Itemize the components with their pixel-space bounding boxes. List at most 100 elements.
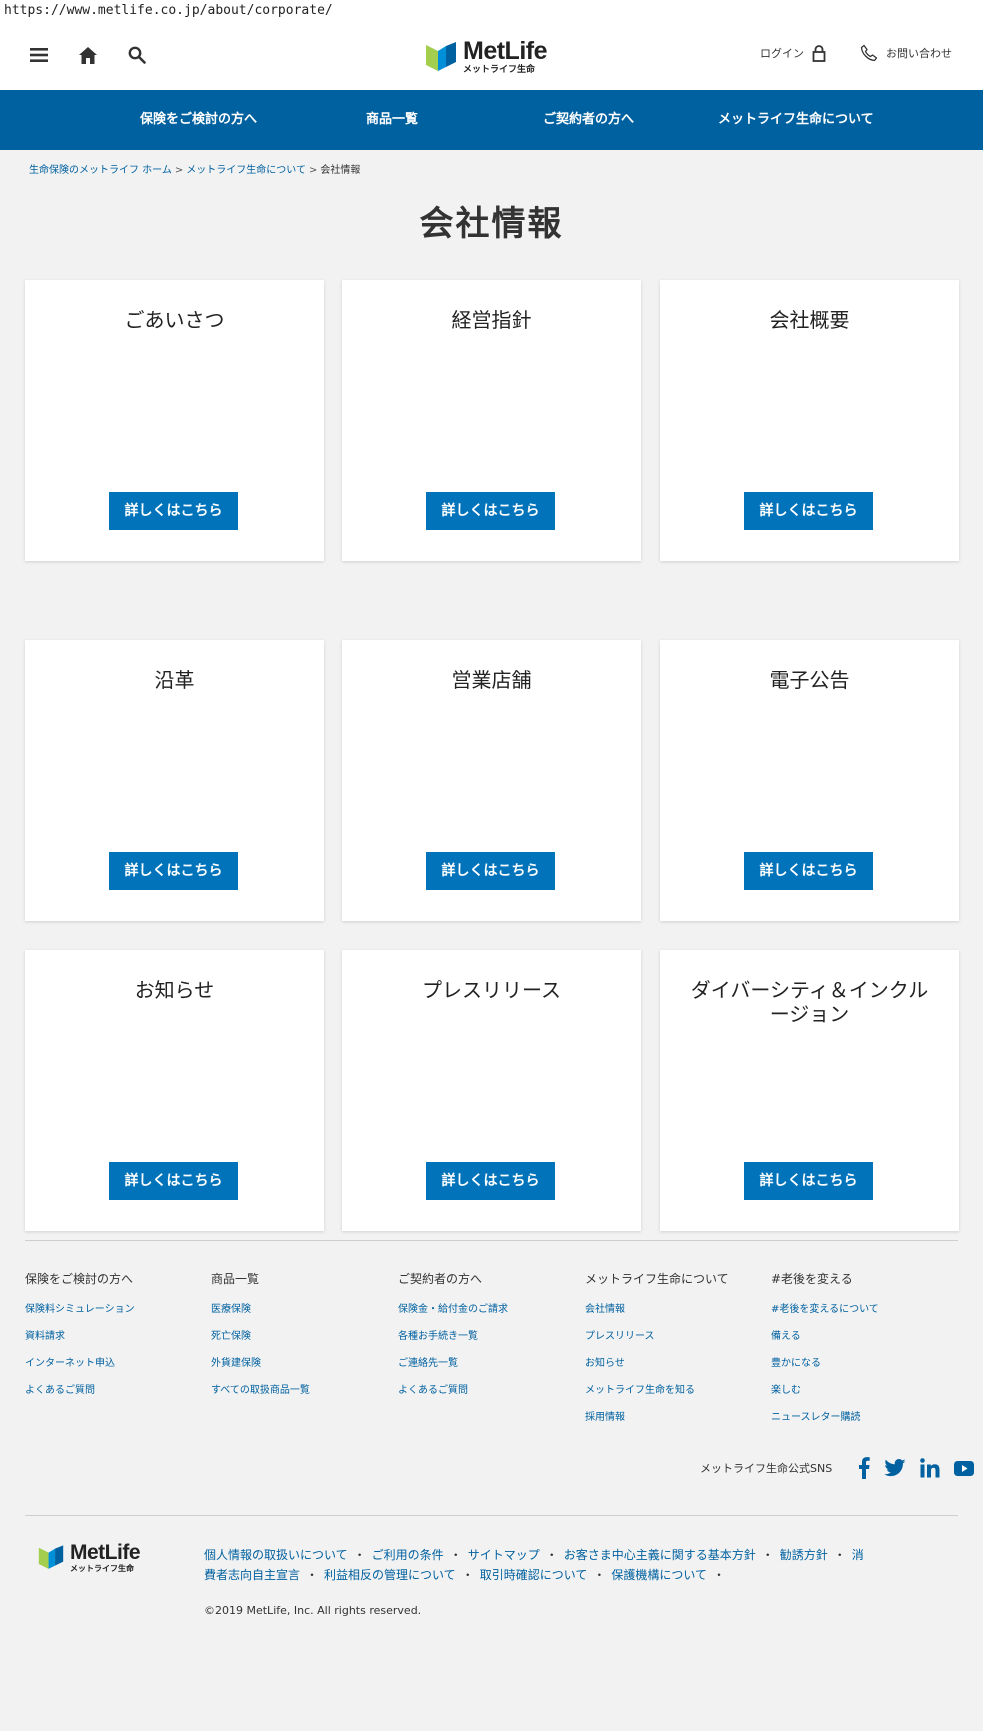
footer-link[interactable]: インターネット申込	[25, 1354, 205, 1369]
linkedin-icon[interactable]	[920, 1458, 940, 1478]
footer-link[interactable]: 各種お手続き一覧	[398, 1327, 578, 1342]
card-company-overview: 会社概要 詳しくはこちら	[660, 280, 959, 561]
footer-link[interactable]: 備える	[771, 1327, 951, 1342]
breadcrumb: 生命保険のメットライフ ホーム > メットライフ生命について > 会社情報	[29, 161, 360, 176]
home-icon[interactable]	[75, 42, 101, 68]
legal-link[interactable]: 利益相反の管理について	[324, 1568, 456, 1582]
sns-links: メットライフ生命公式SNS	[700, 1457, 975, 1479]
footer-link[interactable]: #老後を変えるについて	[771, 1300, 951, 1315]
nav-item-products[interactable]: 商品一覧	[366, 90, 418, 150]
card-branches: 営業店舗 詳しくはこちら	[342, 640, 641, 921]
footer-link[interactable]: 保険料シミュレーション	[25, 1300, 205, 1315]
card-details-button[interactable]: 詳しくはこちら	[426, 852, 555, 890]
footer-column-products: 商品一覧 医療保険 死亡保険 外貨建保険 すべての取扱商品一覧	[211, 1270, 391, 1408]
footer-link[interactable]: よくあるご質問	[25, 1381, 205, 1396]
footer-link[interactable]: 保険金・給付金のご請求	[398, 1300, 578, 1315]
footer-link[interactable]: 豊かになる	[771, 1354, 951, 1369]
card-title: プレスリリース	[422, 978, 561, 1002]
card-title: 会社概要	[769, 308, 850, 332]
footer-link[interactable]: 死亡保険	[211, 1327, 391, 1342]
footer-column-retirement: #老後を変える #老後を変えるについて 備える 豊かになる 楽しむ ニュースレタ…	[771, 1270, 951, 1435]
footer-link[interactable]: よくあるご質問	[398, 1381, 578, 1396]
footer-link[interactable]: 資料請求	[25, 1327, 205, 1342]
card-management-policy: 経営指針 詳しくはこちら	[342, 280, 641, 561]
card-title: 営業店舗	[451, 668, 532, 692]
login-link[interactable]: ログイン	[760, 44, 826, 62]
footer-link[interactable]: プレスリリース	[585, 1327, 765, 1342]
card-electronic-notice: 電子公告 詳しくはこちら	[660, 640, 959, 921]
metlife-logo-mark	[38, 1545, 64, 1569]
footer-column-title: 商品一覧	[211, 1272, 260, 1286]
legal-link[interactable]: 取引時確認について	[480, 1568, 588, 1582]
card-details-button[interactable]: 詳しくはこちら	[426, 1162, 555, 1200]
card-details-button[interactable]: 詳しくはこちら	[744, 852, 873, 890]
login-label: ログイン	[760, 47, 804, 60]
youtube-icon[interactable]	[954, 1460, 975, 1476]
footer-column-title: メットライフ生命について	[585, 1272, 729, 1286]
hamburger-menu-icon[interactable]	[26, 42, 52, 68]
footer-column-policyholders: ご契約者の方へ 保険金・給付金のご請求 各種お手続き一覧 ご連絡先一覧 よくある…	[398, 1270, 578, 1408]
contact-link[interactable]: お問い合わせ	[860, 44, 952, 62]
legal-link[interactable]: サイトマップ	[468, 1548, 540, 1562]
card-title: 経営指針	[451, 308, 532, 332]
card-details-button[interactable]: 詳しくはこちら	[109, 1162, 238, 1200]
legal-link[interactable]: 保護機構について	[611, 1568, 707, 1582]
breadcrumb-separator: >	[308, 165, 318, 176]
nav-item-about[interactable]: メットライフ生命について	[718, 90, 874, 150]
search-icon[interactable]	[124, 42, 150, 68]
card-details-button[interactable]: 詳しくはこちら	[109, 852, 238, 890]
footer-link[interactable]: お知らせ	[585, 1354, 765, 1369]
site-header: MetLife メットライフ生命 ログイン お問い合わせ	[0, 22, 983, 90]
legal-link[interactable]: 勧誘方針	[780, 1548, 828, 1562]
nav-item-considering[interactable]: 保険をご検討の方へ	[140, 90, 257, 150]
card-details-button[interactable]: 詳しくはこちら	[744, 1162, 873, 1200]
card-news: お知らせ 詳しくはこちら	[25, 950, 324, 1231]
footer-column-considering: 保険をご検討の方へ 保険料シミュレーション 資料請求 インターネット申込 よくあ…	[25, 1270, 205, 1408]
footer-link[interactable]: 会社情報	[585, 1300, 765, 1315]
legal-link[interactable]: ご利用の条件	[372, 1548, 444, 1562]
footer-link[interactable]: 外貨建保険	[211, 1354, 391, 1369]
footer-link[interactable]: 楽しむ	[771, 1381, 951, 1396]
card-details-button[interactable]: 詳しくはこちら	[109, 492, 238, 530]
breadcrumb-home[interactable]: 生命保険のメットライフ ホーム	[29, 165, 172, 176]
phone-icon	[860, 44, 878, 62]
card-title: 沿革	[154, 668, 195, 692]
card-title: 電子公告	[769, 668, 850, 692]
main-nav: 保険をご検討の方へ 商品一覧 ご契約者の方へ メットライフ生命について	[0, 90, 983, 150]
card-title: お知らせ	[134, 978, 215, 1002]
logo-subtext: メットライフ生命	[463, 65, 536, 75]
copyright: ©2019 MetLife, Inc. All rights reserved.	[204, 1604, 422, 1617]
footer-column-title: 保険をご検討の方へ	[25, 1272, 134, 1286]
card-details-button[interactable]: 詳しくはこちら	[744, 492, 873, 530]
nav-item-policyholders[interactable]: ご契約者の方へ	[543, 90, 634, 150]
card-press-release: プレスリリース 詳しくはこちら	[342, 950, 641, 1231]
footer-link[interactable]: 医療保険	[211, 1300, 391, 1315]
footer-column-about: メットライフ生命について 会社情報 プレスリリース お知らせ メットライフ生命を…	[585, 1270, 765, 1435]
footer-link[interactable]: ご連絡先一覧	[398, 1354, 578, 1369]
lock-icon	[812, 45, 826, 62]
twitter-icon[interactable]	[884, 1459, 906, 1477]
logo-subtext: メットライフ生命	[70, 1564, 134, 1573]
legal-links: 個人情報の取扱いについて・ご利用の条件・サイトマップ・お客さま中心主義に関する基…	[204, 1548, 864, 1582]
metlife-logo-mark	[426, 42, 456, 71]
logo-wordmark: MetLife	[70, 1541, 141, 1564]
footer-link[interactable]: 採用情報	[585, 1408, 765, 1423]
card-details-button[interactable]: 詳しくはこちら	[426, 492, 555, 530]
legal-link[interactable]: お客さま中心主義に関する基本方針	[564, 1548, 756, 1562]
facebook-icon[interactable]	[858, 1457, 870, 1479]
card-history: 沿革 詳しくはこちら	[25, 640, 324, 921]
footer-metlife-logo[interactable]: MetLife メットライフ生命	[38, 1541, 141, 1573]
footer-link[interactable]: すべての取扱商品一覧	[211, 1381, 391, 1396]
footer-column-title: ご契約者の方へ	[398, 1272, 483, 1286]
legal-link[interactable]: 個人情報の取扱いについて	[204, 1548, 348, 1562]
footer-link[interactable]: メットライフ生命を知る	[585, 1381, 765, 1396]
sns-label: メットライフ生命公式SNS	[700, 1462, 833, 1475]
breadcrumb-current: 会社情報	[320, 165, 361, 176]
footer-link[interactable]: ニュースレター購読	[771, 1408, 951, 1423]
footer-divider	[25, 1240, 958, 1241]
card-diversity-inclusion: ダイバーシティ＆インクルージョン 詳しくはこちら	[660, 950, 959, 1231]
footer-divider	[25, 1515, 958, 1516]
url-bar: https://www.metlife.co.jp/about/corporat…	[0, 0, 983, 22]
breadcrumb-about[interactable]: メットライフ生命について	[186, 165, 306, 176]
metlife-logo[interactable]: MetLife メットライフ生命	[425, 35, 548, 79]
